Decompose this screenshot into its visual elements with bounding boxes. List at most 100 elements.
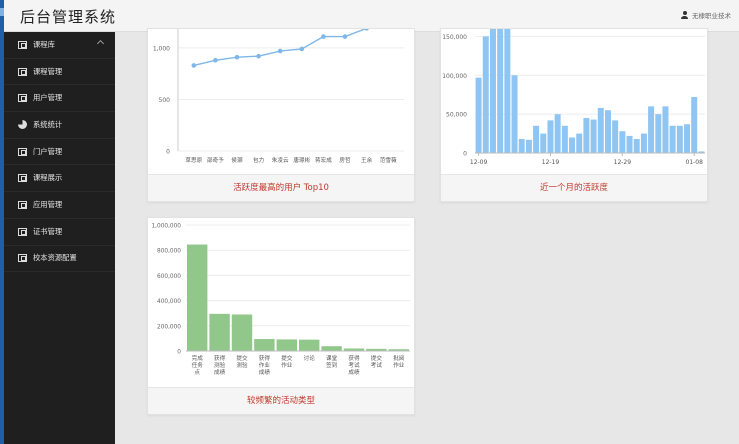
data-point xyxy=(364,29,369,31)
bar xyxy=(662,106,669,153)
bar xyxy=(561,125,568,153)
bar xyxy=(497,29,504,154)
x-tick-label: 蒋宏成 xyxy=(315,156,332,164)
sidebar-item-course-display[interactable]: 课程展示 xyxy=(4,165,115,193)
sidebar: 课程库 课程管理 用户管理 系统统计 门户管理 课程展示 应用管理 证书管理 校… xyxy=(4,32,115,444)
bar xyxy=(554,114,561,153)
bar xyxy=(640,133,647,153)
sidebar-item-label: 用户管理 xyxy=(33,93,63,103)
sidebar-item-label: 校本资源配置 xyxy=(33,253,77,263)
user-icon xyxy=(681,11,688,19)
x-tick-label: 获得作业成绩 xyxy=(259,354,271,376)
chart-card-monthly-activity: 0 50,000 100,000 150,000 12-09 12-19 12-29 01-0… xyxy=(440,28,708,202)
data-point xyxy=(256,53,261,59)
x-tick-label: 侯灏 xyxy=(231,156,243,164)
sidebar-item-statistics[interactable]: 系统统计 xyxy=(4,112,115,139)
bar-chart-activity-types: 0 200,000 400,000 600,000 800,000 1,000,000 完成… xyxy=(151,224,410,376)
sidebar-item-certificate-management[interactable]: 证书管理 xyxy=(4,219,115,246)
x-tick-label: 获得考试成绩 xyxy=(348,354,360,376)
x-tick-label: 草思原 xyxy=(185,156,202,164)
bar xyxy=(321,346,342,351)
x-tick-label: 王余 xyxy=(361,156,373,164)
y-tick-label: 200,000 xyxy=(157,324,181,330)
grid-icon xyxy=(18,174,27,183)
x-tick-label: 唐璟彬 xyxy=(293,156,310,164)
bar xyxy=(576,133,583,153)
x-tick-label: 12-19 xyxy=(542,159,560,166)
bar xyxy=(676,125,683,153)
y-tick-label: 600,000 xyxy=(157,274,181,280)
grid-icon xyxy=(18,227,27,236)
brand-title: 后台管理系统 xyxy=(20,8,117,26)
bar xyxy=(619,131,626,153)
sidebar-item-label: 系统统计 xyxy=(33,119,63,129)
bar-chart-monthly-activity: 0 50,000 100,000 150,000 12-09 12-19 12-29 01-0… xyxy=(442,29,705,166)
y-tick-label: 150,000 xyxy=(442,34,467,41)
sidebar-item-app-management[interactable]: 应用管理 xyxy=(4,192,115,219)
x-tick-label: 01-08 xyxy=(686,159,704,166)
sidebar-item-course-library[interactable]: 课程库 xyxy=(4,32,115,59)
y-tick-label: 100,000 xyxy=(442,73,467,80)
x-tick-label: 邵奇予 xyxy=(207,156,224,164)
bar xyxy=(187,244,208,351)
chevron-up-icon xyxy=(96,39,105,48)
y-tick-label: 800,000 xyxy=(157,249,181,255)
chart-footer-title: 近一个月的活跃度 xyxy=(441,174,707,201)
bar xyxy=(684,124,691,153)
bar xyxy=(254,339,275,351)
x-tick-label: 提交作业 xyxy=(281,354,293,369)
sidebar-item-label: 门户管理 xyxy=(33,146,63,156)
bar xyxy=(633,139,640,153)
grid-icon xyxy=(18,254,27,263)
chart-footer-title: 活跃度最高的用户 Top10 xyxy=(148,174,414,201)
data-point xyxy=(213,57,218,63)
y-tick-label: 1,000,000 xyxy=(151,224,181,230)
sidebar-item-school-resource-config[interactable]: 校本资源配置 xyxy=(4,246,115,273)
y-tick-label: 50,000 xyxy=(446,112,467,119)
user-name: 无棣职业技术 xyxy=(692,12,731,20)
bar xyxy=(569,137,576,153)
x-tick-label: 课堂签到 xyxy=(326,354,338,369)
bar xyxy=(518,139,525,153)
data-point xyxy=(299,46,305,52)
bar xyxy=(590,119,597,153)
sidebar-item-user-management[interactable]: 用户管理 xyxy=(4,85,115,113)
bar xyxy=(612,120,619,153)
grid-icon xyxy=(18,40,27,49)
y-tick-label: 1,000 xyxy=(153,45,170,52)
bar xyxy=(299,339,320,351)
data-point xyxy=(342,34,348,39)
chart-card-top-users: 0 500 1,000 草思原 邵奇予 侯灏 包力 朱凌云 唐璟彬 蒋宏成 房哲 王余 范雪薇 活跃度最… xyxy=(147,28,415,202)
user-menu[interactable]: 无棣职业技术 xyxy=(681,10,731,20)
x-tick-label: 包力 xyxy=(253,156,265,164)
bar xyxy=(626,135,633,153)
sidebar-item-portal-management[interactable]: 门户管理 xyxy=(4,139,115,166)
bar xyxy=(209,313,230,351)
grid-icon xyxy=(18,147,27,156)
x-tick-label: 朱凌云 xyxy=(272,156,289,164)
data-point xyxy=(321,34,326,39)
bar xyxy=(525,139,532,153)
bar xyxy=(669,125,676,153)
x-tick-label: 讨论 xyxy=(304,354,316,362)
grid-icon xyxy=(18,94,27,103)
x-tick-label: 完成任务点 xyxy=(192,354,204,376)
bar xyxy=(504,29,511,153)
sidebar-item-label: 课程展示 xyxy=(33,173,63,183)
sidebar-item-label: 应用管理 xyxy=(33,199,63,209)
bar xyxy=(533,125,540,153)
data-point xyxy=(277,48,283,54)
pie-chart-icon xyxy=(18,120,27,130)
data-point xyxy=(234,54,240,60)
x-tick-label: 房哲 xyxy=(339,156,351,164)
bar xyxy=(583,118,590,153)
bar xyxy=(489,29,496,153)
bar xyxy=(655,114,662,153)
x-tick-label: 范雪薇 xyxy=(380,156,397,164)
x-tick-label: 获得测验成绩 xyxy=(214,354,226,376)
sidebar-item-label: 课程库 xyxy=(33,39,55,49)
sidebar-item-course-management[interactable]: 课程管理 xyxy=(4,59,115,86)
bar xyxy=(648,106,655,153)
data-point xyxy=(191,63,197,68)
line-chart-top-users: 0 500 1,000 草思原 邵奇予 侯灏 包力 朱凌云 唐璟彬 蒋宏成 房哲 王余 范雪薇 xyxy=(153,29,404,164)
